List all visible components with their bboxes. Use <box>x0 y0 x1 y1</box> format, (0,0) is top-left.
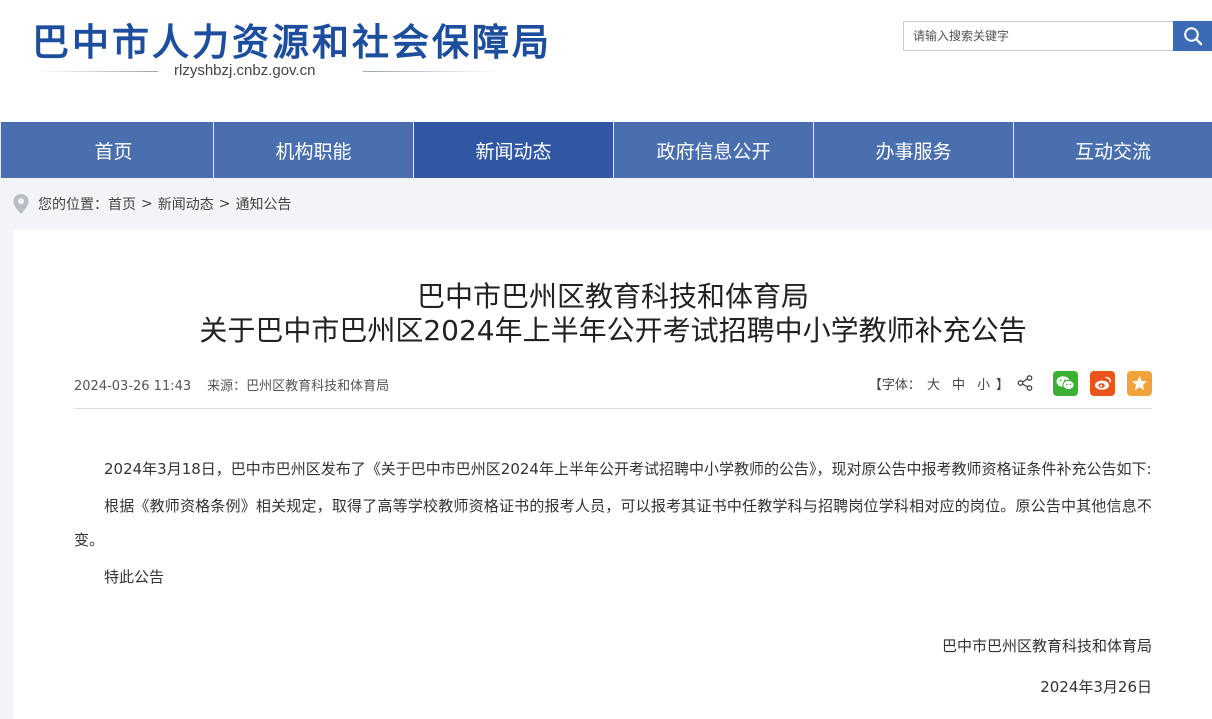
font-size-small-button[interactable]: 小 <box>977 374 990 393</box>
domain-divider-right <box>363 71 498 72</box>
nav-item-label: 新闻动态 <box>475 140 552 163</box>
search-input[interactable] <box>904 22 1173 50</box>
site-header: 巴中市人力资源和社会保障局 rlzyshbzj.cnbz.gov.cn <box>0 0 1212 122</box>
domain-row: rlzyshbzj.cnbz.gov.cn <box>38 62 498 80</box>
article-title-line1: 巴中市巴州区教育科技和体育局 <box>416 280 809 313</box>
site-title[interactable]: 巴中市人力资源和社会保障局 <box>32 12 552 66</box>
article-title: 巴中市巴州区教育科技和体育局 关于巴中市巴州区2024年上半年公开考试招聘中小学… <box>14 280 1212 348</box>
article-body: 2024年3月18日，巴中市巴州区发布了《关于巴中市巴州区2024年上半年公开考… <box>74 452 1152 597</box>
breadcrumb-news[interactable]: 新闻动态 <box>158 194 214 214</box>
nav-item-organization[interactable]: 机构职能 <box>213 122 413 178</box>
nav-item-label: 机构职能 <box>275 140 352 163</box>
publish-date: 2024-03-26 11:43 <box>74 379 192 394</box>
article-paragraph: 特此公告 <box>104 568 165 586</box>
wechat-share-button[interactable] <box>1053 370 1078 396</box>
article-meta-info: 2024-03-26 11:43 来源：巴州区教育科技和体育局 <box>74 375 389 394</box>
font-size-large-button[interactable]: 大 <box>927 374 940 393</box>
wechat-icon <box>1056 376 1075 391</box>
nav-item-gov-info[interactable]: 政府信息公开 <box>613 122 813 178</box>
main-nav: 首页 机构职能 新闻动态 政府信息公开 办事服务 互动交流 <box>0 122 1212 178</box>
nav-item-services[interactable]: 办事服务 <box>813 122 1013 178</box>
breadcrumb-separator: > <box>218 196 231 212</box>
font-size-label: 【字体： <box>868 377 921 393</box>
site-domain: rlzyshbzj.cnbz.gov.cn <box>174 62 316 79</box>
domain-divider-left <box>38 71 158 72</box>
favorite-button[interactable] <box>1127 370 1152 396</box>
nav-item-label: 互动交流 <box>1074 140 1151 163</box>
breadcrumb: 您的位置： 首页 > 新闻动态 > 通知公告 <box>12 190 291 218</box>
nav-item-interaction[interactable]: 互动交流 <box>1013 122 1212 178</box>
nav-item-home[interactable]: 首页 <box>0 122 213 178</box>
nav-item-label: 首页 <box>94 140 133 163</box>
nav-item-label: 办事服务 <box>875 140 952 163</box>
location-pin-icon <box>13 194 29 214</box>
font-size-medium-button[interactable]: 中 <box>952 374 965 393</box>
search-button[interactable] <box>1173 21 1212 51</box>
breadcrumb-separator: > <box>141 196 153 212</box>
article-title-line2: 关于巴中市巴州区2024年上半年公开考试招聘中小学教师补充公告 <box>199 314 1027 347</box>
weibo-share-button[interactable] <box>1090 370 1115 396</box>
nav-item-label: 政府信息公开 <box>656 140 771 163</box>
article-panel: 巴中市巴州区教育科技和体育局 关于巴中市巴州区2024年上半年公开考试招聘中小学… <box>14 230 1212 719</box>
article-paragraph: 2024年3月18日，巴中市巴州区发布了《关于巴中市巴州区2024年上半年公开考… <box>104 460 1152 478</box>
breadcrumb-prefix: 您的位置： <box>38 197 108 213</box>
article-sign-date: 2024年3月26日 <box>1040 678 1152 696</box>
source-label: 来源： <box>207 379 247 394</box>
font-size-label-close: 】 <box>995 377 1009 393</box>
star-icon <box>1132 375 1147 390</box>
nav-item-news[interactable]: 新闻动态 <box>413 122 613 178</box>
weibo-icon <box>1094 376 1111 390</box>
article-signature: 巴中市巴州区教育科技和体育局 <box>941 637 1152 655</box>
share-icon[interactable] <box>1017 375 1033 391</box>
source-value: 巴州区教育科技和体育局 <box>246 379 390 394</box>
article-paragraph: 根据《教师资格条例》相关规定，取得了高等学校教师资格证书的报考人员，可以报考其证… <box>74 497 1152 549</box>
search-box <box>903 21 1174 51</box>
article-tools: 【字体： 大 中 小 】 <box>869 370 1152 396</box>
breadcrumb-notices[interactable]: 通知公告 <box>235 194 291 214</box>
search-icon <box>1183 27 1202 46</box>
article-meta: 2024-03-26 11:43 来源：巴州区教育科技和体育局 【字体： 大 中 … <box>74 367 1152 409</box>
breadcrumb-home[interactable]: 首页 <box>108 194 136 214</box>
